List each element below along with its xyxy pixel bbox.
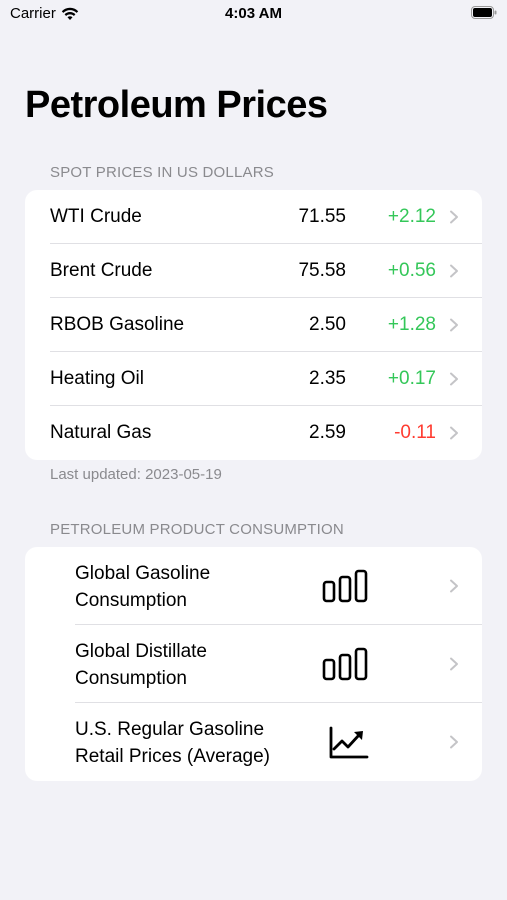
price-row-name: WTI Crude [50, 206, 142, 227]
price-row-value: 2.50 [309, 314, 346, 335]
page-title: Petroleum Prices [25, 84, 328, 126]
price-row-value: 2.35 [309, 368, 346, 389]
consumption-list: Global Gasoline Consumption Global Disti… [25, 547, 482, 781]
bar-chart-icon [322, 569, 368, 603]
price-row-value: 2.59 [309, 422, 346, 443]
consumption-row-label: Global Distillate Consumption [75, 641, 207, 689]
spot-prices-list: WTI Crude 71.55 +2.12 Brent Crude 75.58 … [25, 190, 482, 460]
price-row-name: RBOB Gasoline [50, 314, 185, 335]
line-chart-icon [329, 726, 369, 759]
bar-chart-icon [322, 647, 368, 681]
chevron-right-icon [450, 264, 458, 278]
price-row-value: 75.58 [298, 260, 346, 281]
price-row-brent-crude[interactable]: Brent Crude 75.58 +0.56 [25, 244, 482, 298]
battery-icon [471, 6, 497, 19]
price-row-name: Brent Crude [50, 260, 153, 281]
consumption-row-label: Global Gasoline Consumption [75, 563, 211, 611]
price-row-rbob-gasoline[interactable]: RBOB Gasoline 2.50 +1.28 [25, 298, 482, 352]
price-row-change: +0.17 [387, 368, 436, 389]
price-row-name: Heating Oil [50, 368, 144, 389]
status-bar: Carrier 4:03 AM [0, 0, 507, 30]
price-row-change: +0.56 [387, 260, 436, 281]
consumption-row-global-gasoline[interactable]: Global Gasoline Consumption [25, 547, 482, 625]
chevron-right-icon [450, 579, 458, 593]
chevron-right-icon [450, 318, 458, 332]
consumption-row-label: U.S. Regular Gasoline Retail Prices (Ave… [75, 719, 271, 767]
consumption-row-global-distillate[interactable]: Global Distillate Consumption [25, 625, 482, 703]
chevron-right-icon [450, 372, 458, 386]
chevron-right-icon [450, 735, 458, 749]
status-time: 4:03 AM [225, 5, 282, 22]
chevron-right-icon [450, 657, 458, 671]
price-row-heating-oil[interactable]: Heating Oil 2.35 +0.17 [25, 352, 482, 406]
price-row-change: -0.11 [394, 422, 436, 443]
price-row-wti-crude[interactable]: WTI Crude 71.55 +2.12 [25, 190, 482, 244]
chevron-right-icon [450, 210, 458, 224]
consumption-header: PETROLEUM PRODUCT CONSUMPTION [50, 521, 344, 538]
price-row-name: Natural Gas [50, 422, 152, 443]
last-updated-note: Last updated: 2023-05-19 [50, 466, 222, 483]
price-row-change: +2.12 [387, 206, 436, 227]
spot-prices-header: SPOT PRICES IN US DOLLARS [50, 164, 274, 181]
price-row-change: +1.28 [387, 314, 436, 335]
consumption-row-us-retail-gasoline[interactable]: U.S. Regular Gasoline Retail Prices (Ave… [25, 703, 482, 781]
chevron-right-icon [450, 426, 458, 440]
price-row-value: 71.55 [298, 206, 346, 227]
price-row-natural-gas[interactable]: Natural Gas 2.59 -0.11 [25, 406, 482, 460]
